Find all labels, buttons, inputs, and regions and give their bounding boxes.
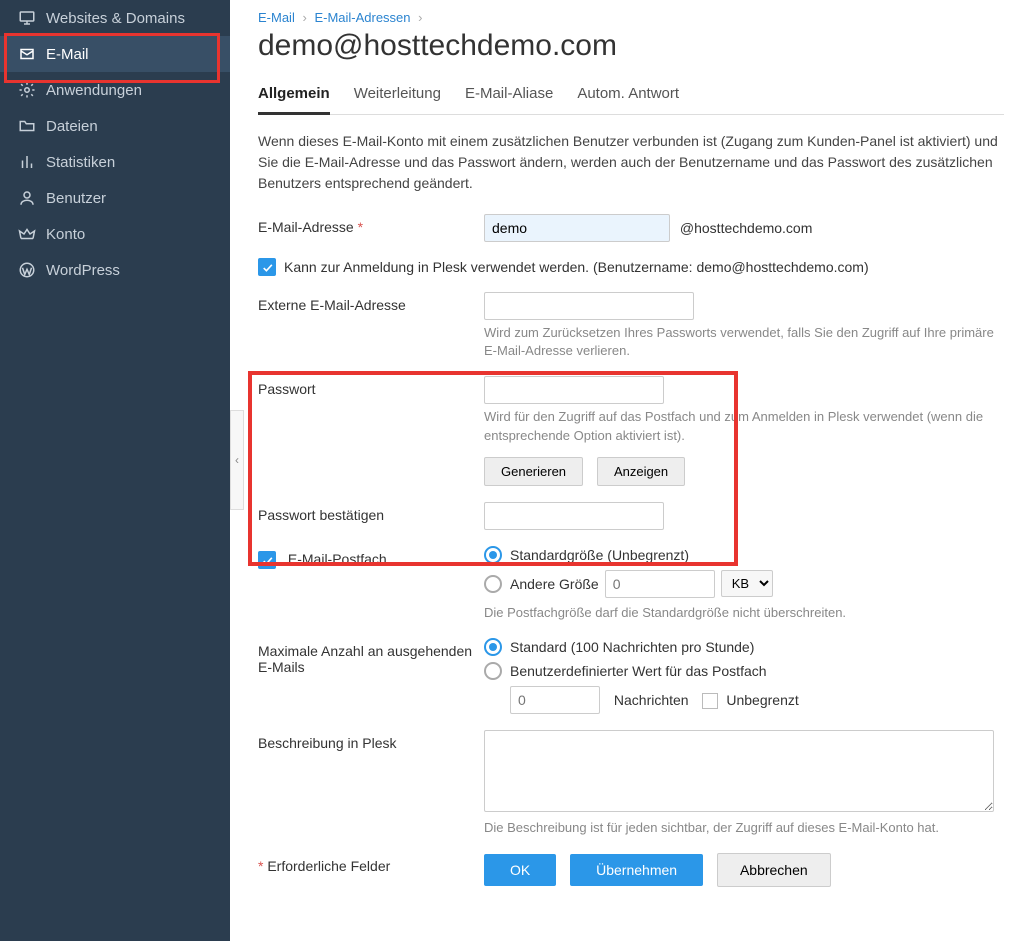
size-help: Die Postfachgröße darf die Standardgröße…	[484, 604, 1004, 622]
login-checkbox-label: Kann zur Anmeldung in Plesk verwendet we…	[284, 259, 869, 275]
unlimited-label: Unbegrenzt	[726, 692, 798, 708]
size-other-input[interactable]	[605, 570, 715, 598]
folder-icon	[18, 117, 36, 135]
description-label: Beschreibung in Plesk	[258, 730, 484, 751]
collapse-handle[interactable]: ‹	[230, 410, 244, 510]
crown-icon	[18, 225, 36, 243]
tab-general[interactable]: Allgemein	[258, 79, 330, 115]
sidebar-item-label: Benutzer	[46, 190, 106, 207]
outgoing-custom-radio[interactable]	[484, 662, 502, 680]
tab-aliases[interactable]: E-Mail-Aliase	[465, 79, 553, 114]
sidebar-item-wordpress[interactable]: WordPress	[0, 252, 230, 288]
sidebar-item-websites[interactable]: Websites & Domains	[0, 0, 230, 36]
chevron-right-icon: ›	[302, 10, 306, 25]
ok-button[interactable]: OK	[484, 854, 556, 886]
mailbox-label: E-Mail-Postfach	[288, 551, 387, 567]
password-confirm-label: Passwort bestätigen	[258, 502, 484, 523]
password-label: Passwort	[258, 376, 484, 397]
size-unit-select[interactable]: KB	[721, 570, 773, 597]
external-help: Wird zum Zurücksetzen Ihres Passworts ve…	[484, 324, 1004, 360]
sidebar-item-apps[interactable]: Anwendungen	[0, 72, 230, 108]
outgoing-default-radio[interactable]	[484, 638, 502, 656]
size-other-radio[interactable]	[484, 575, 502, 593]
wordpress-icon	[18, 261, 36, 279]
outgoing-default-label: Standard (100 Nachrichten pro Stunde)	[510, 639, 754, 655]
sidebar-item-label: Statistiken	[46, 154, 115, 171]
sidebar-item-label: WordPress	[46, 262, 120, 279]
outgoing-label: Maximale Anzahl an ausgehenden E-Mails	[258, 638, 484, 675]
tabs: Allgemein Weiterleitung E-Mail-Aliase Au…	[258, 79, 1004, 115]
size-default-label: Standardgröße (Unbegrenzt)	[510, 547, 689, 563]
intro-text: Wenn dieses E-Mail-Konto mit einem zusät…	[258, 131, 1004, 194]
domain-suffix: @hosttechdemo.com	[680, 220, 813, 236]
breadcrumb-addresses[interactable]: E-Mail-Adressen	[314, 10, 410, 25]
breadcrumb-email[interactable]: E-Mail	[258, 10, 295, 25]
external-label: Externe E-Mail-Adresse	[258, 292, 484, 313]
generate-button[interactable]: Generieren	[484, 457, 583, 486]
sidebar-item-label: Anwendungen	[46, 82, 142, 99]
login-checkbox[interactable]	[258, 258, 276, 276]
sidebar-item-label: Konto	[46, 226, 85, 243]
chevron-right-icon: ›	[418, 10, 422, 25]
required-note: * Erforderliche Felder	[258, 853, 484, 874]
password-help: Wird für den Zugriff auf das Postfach un…	[484, 408, 1004, 444]
show-button[interactable]: Anzeigen	[597, 457, 685, 486]
monitor-icon	[18, 9, 36, 27]
password-confirm-input[interactable]	[484, 502, 664, 530]
sidebar-item-account[interactable]: Konto	[0, 216, 230, 252]
sidebar-item-label: Dateien	[46, 118, 98, 135]
stats-icon	[18, 153, 36, 171]
sidebar: Websites & Domains E-Mail Anwendungen Da…	[0, 0, 230, 941]
mailbox-checkbox[interactable]	[258, 551, 276, 569]
size-other-label: Andere Größe	[510, 576, 599, 592]
sidebar-item-stats[interactable]: Statistiken	[0, 144, 230, 180]
sidebar-item-label: Websites & Domains	[46, 10, 185, 27]
sidebar-item-users[interactable]: Benutzer	[0, 180, 230, 216]
sidebar-item-files[interactable]: Dateien	[0, 108, 230, 144]
cancel-button[interactable]: Abbrechen	[717, 853, 831, 887]
outgoing-value-input[interactable]	[510, 686, 600, 714]
unlimited-checkbox[interactable]	[702, 693, 718, 709]
outgoing-custom-label: Benutzerdefinierter Wert für das Postfac…	[510, 663, 767, 679]
user-icon	[18, 189, 36, 207]
password-input[interactable]	[484, 376, 664, 404]
page-title: demo@hosttechdemo.com	[258, 29, 1004, 63]
description-textarea[interactable]	[484, 730, 994, 812]
main-content: E-Mail › E-Mail-Adressen › demo@hosttech…	[230, 0, 1024, 941]
email-input[interactable]	[484, 214, 670, 242]
apply-button[interactable]: Übernehmen	[570, 854, 703, 886]
description-help: Die Beschreibung ist für jeden sichtbar,…	[484, 819, 1004, 837]
sidebar-item-label: E-Mail	[46, 46, 89, 63]
size-default-radio[interactable]	[484, 546, 502, 564]
external-email-input[interactable]	[484, 292, 694, 320]
tab-autoreply[interactable]: Autom. Antwort	[577, 79, 679, 114]
email-label: E-Mail-Adresse *	[258, 214, 484, 235]
tab-forwarding[interactable]: Weiterleitung	[354, 79, 441, 114]
mail-icon	[18, 45, 36, 63]
sidebar-item-email[interactable]: E-Mail	[0, 36, 230, 72]
gear-icon	[18, 81, 36, 99]
breadcrumb: E-Mail › E-Mail-Adressen ›	[258, 10, 1004, 25]
outgoing-unit: Nachrichten	[614, 692, 689, 708]
